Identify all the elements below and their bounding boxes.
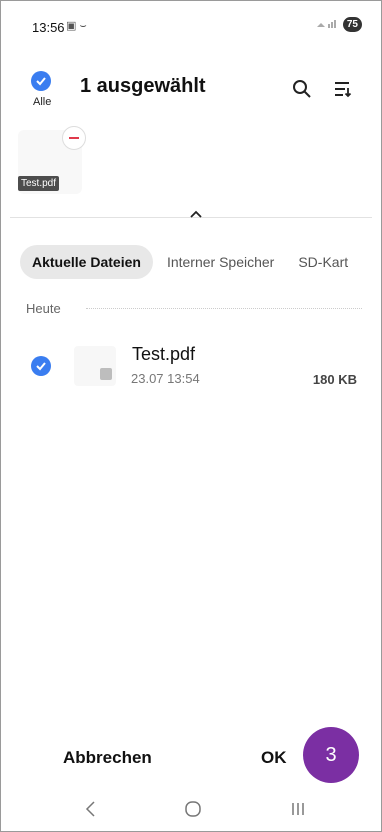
status-bar: 13:56 ▣ ⌣ 75 — [0, 0, 382, 48]
back-icon[interactable] — [84, 800, 98, 818]
storage-tabs: Aktuelle Dateien Interner Speicher SD-Ka… — [20, 244, 372, 280]
link-icon — [100, 368, 112, 380]
tab-interner-speicher[interactable]: Interner Speicher — [167, 254, 274, 270]
selected-item-thumbnail[interactable]: Test.pdf — [18, 126, 86, 194]
system-navigation-bar — [0, 790, 382, 830]
step-number-badge: 3 — [303, 727, 359, 783]
file-size: 180 KB — [312, 372, 357, 387]
chevron-up-icon[interactable] — [188, 207, 204, 219]
section-label: Heute — [26, 301, 61, 316]
select-all-checkbox[interactable] — [31, 71, 55, 91]
device-frame — [0, 0, 382, 832]
tab-aktuelle-dateien[interactable]: Aktuelle Dateien — [20, 245, 153, 279]
signal-icon — [315, 17, 337, 32]
status-notification-icons: ▣ ⌣ — [66, 20, 87, 32]
sort-menu-icon[interactable] — [333, 79, 353, 99]
cancel-button[interactable]: Abbrechen — [63, 748, 152, 768]
thumbnail-label: Test.pdf — [18, 176, 60, 191]
search-icon[interactable] — [292, 79, 312, 99]
status-time: 13:56 — [32, 20, 65, 35]
recent-apps-icon[interactable] — [290, 801, 306, 817]
remove-selection-button[interactable] — [62, 126, 86, 150]
minus-icon — [69, 137, 79, 139]
section-header: Heute — [26, 300, 362, 318]
file-thumbnail — [74, 346, 116, 386]
page-title: 1 ausgewählt — [80, 75, 206, 97]
ok-button[interactable]: OK — [261, 748, 287, 768]
file-name: Test.pdf — [132, 344, 196, 364]
home-icon[interactable] — [184, 800, 202, 818]
section-divider — [86, 308, 362, 309]
file-list-item[interactable]: Test.pdf 23.07 13:54 180 KB — [0, 340, 382, 390]
file-checkbox[interactable] — [31, 356, 51, 376]
check-icon — [31, 356, 51, 376]
battery-icon: 75 — [342, 17, 362, 32]
file-date: 23.07 13:54 — [131, 371, 200, 386]
tab-sd-karte[interactable]: SD-Kart — [298, 254, 348, 270]
select-all-label: Alle — [33, 96, 52, 108]
check-icon — [31, 71, 51, 91]
status-right-group: 75 — [315, 17, 362, 32]
